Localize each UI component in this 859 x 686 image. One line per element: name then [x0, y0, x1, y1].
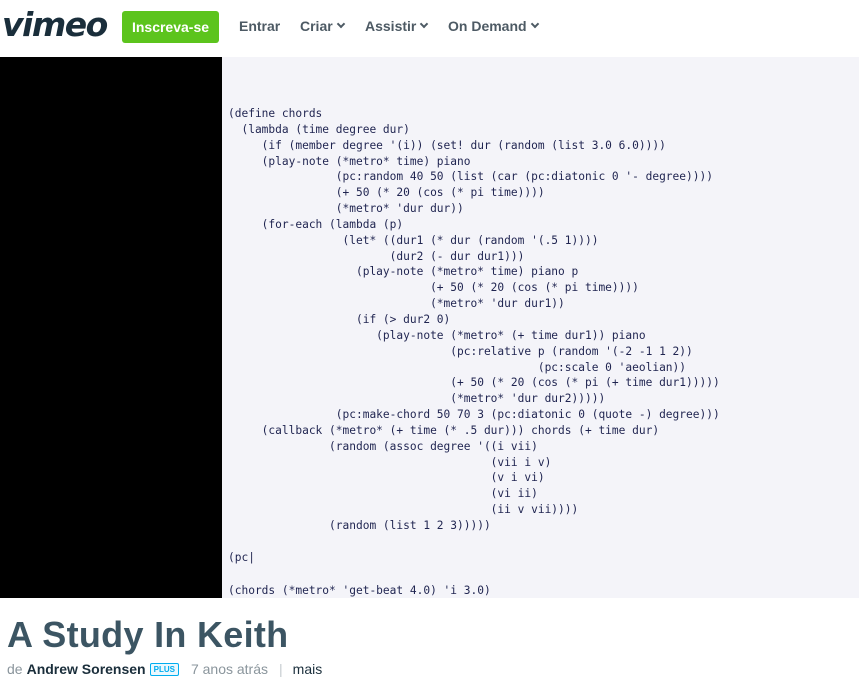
code-line: (vii i v) [228, 455, 552, 469]
by-label: de [7, 661, 23, 677]
code-line: (+ 50 (* 20 (cos (* pi time)))) [228, 281, 639, 295]
more-link[interactable]: mais [293, 661, 323, 677]
nav-watch-label: Assistir [365, 18, 417, 34]
code-line: (play-note (*metro* (+ time dur1)) piano [228, 328, 646, 342]
code-line: (*metro* 'dur dur2))))) [228, 392, 606, 406]
code-line: (if (> dur2 0) [228, 312, 451, 326]
code-cursor-line: (pc| [228, 551, 255, 564]
code-listing: (define chords (lambda (time degree dur)… [228, 106, 720, 534]
code-line: (play-note (*metro* time) piano p [228, 265, 579, 279]
code-line: (let* ((dur1 (* dur (random '(.5 1)))) [228, 233, 599, 247]
code-line: (v i vi) [228, 471, 545, 485]
chevron-down-icon [336, 19, 345, 29]
top-navigation-bar: vimeo Inscreva-se Entrar Criar Assistir … [0, 0, 859, 57]
code-line: (pc:random 40 50 (list (car (pc:diatonic… [228, 170, 713, 184]
code-line: (for-each (lambda (p) [228, 217, 404, 231]
nav-on-demand[interactable]: On Demand [448, 18, 539, 34]
code-last-line: (chords (*metro* 'get-beat 4.0) 'i 3.0) [228, 584, 491, 597]
nav-login[interactable]: Entrar [239, 18, 280, 34]
plus-badge: PLUS [149, 662, 179, 676]
chevron-down-icon [420, 19, 429, 29]
code-line: (if (member degree '(i)) (set! dur (rand… [228, 138, 666, 152]
code-line: (define chords [228, 107, 323, 120]
code-line: (lambda (time degree dur) [228, 122, 410, 136]
code-line: (dur2 (- dur dur1))) [228, 249, 525, 263]
code-line: (callback (*metro* (+ time (* .5 dur))) … [228, 423, 660, 437]
code-line: (play-note (*metro* time) piano [228, 154, 471, 168]
code-line: (vi ii) [228, 487, 538, 501]
nav-login-label: Entrar [239, 18, 281, 34]
vimeo-logo[interactable]: vimeo [2, 5, 108, 44]
code-line: (+ 50 (* 20 (cos (* pi (+ time dur1))))) [228, 376, 720, 390]
join-button[interactable]: Inscreva-se [122, 11, 219, 43]
code-line: (+ 50 (* 20 (cos (* pi time)))) [228, 186, 545, 200]
nav-on-demand-label: On Demand [448, 18, 527, 34]
author-link[interactable]: Andrew Sorensen [27, 661, 146, 677]
code-line: (ii v vii)))) [228, 503, 579, 517]
video-frame[interactable]: (define chords (lambda (time degree dur)… [222, 57, 859, 598]
nav-watch[interactable]: Assistir [365, 18, 429, 34]
code-line: (pc:scale 0 'aeolian)) [228, 360, 687, 374]
code-line: (random (list 1 2 3))))) [228, 518, 491, 532]
video-meta: de Andrew Sorensen PLUS 7 anos atrás | m… [7, 661, 322, 677]
nav-create[interactable]: Criar [300, 18, 345, 34]
code-line: (pc:relative p (random '(-2 -1 1 2)) [228, 344, 693, 358]
code-line: (random (assoc degree '((i vii) [228, 439, 538, 453]
code-line: (*metro* 'dur dur1)) [228, 297, 565, 311]
separator: | [279, 661, 283, 677]
video-player[interactable]: (define chords (lambda (time degree dur)… [0, 57, 859, 598]
chevron-down-icon [530, 19, 539, 29]
code-line: (*metro* 'dur dur)) [228, 202, 464, 216]
upload-time: 7 anos atrás [190, 661, 269, 677]
code-line: (pc:make-chord 50 70 3 (pc:diatonic 0 (q… [228, 408, 720, 422]
video-title: A Study In Keith [7, 614, 289, 655]
nav-create-label: Criar [300, 18, 333, 34]
